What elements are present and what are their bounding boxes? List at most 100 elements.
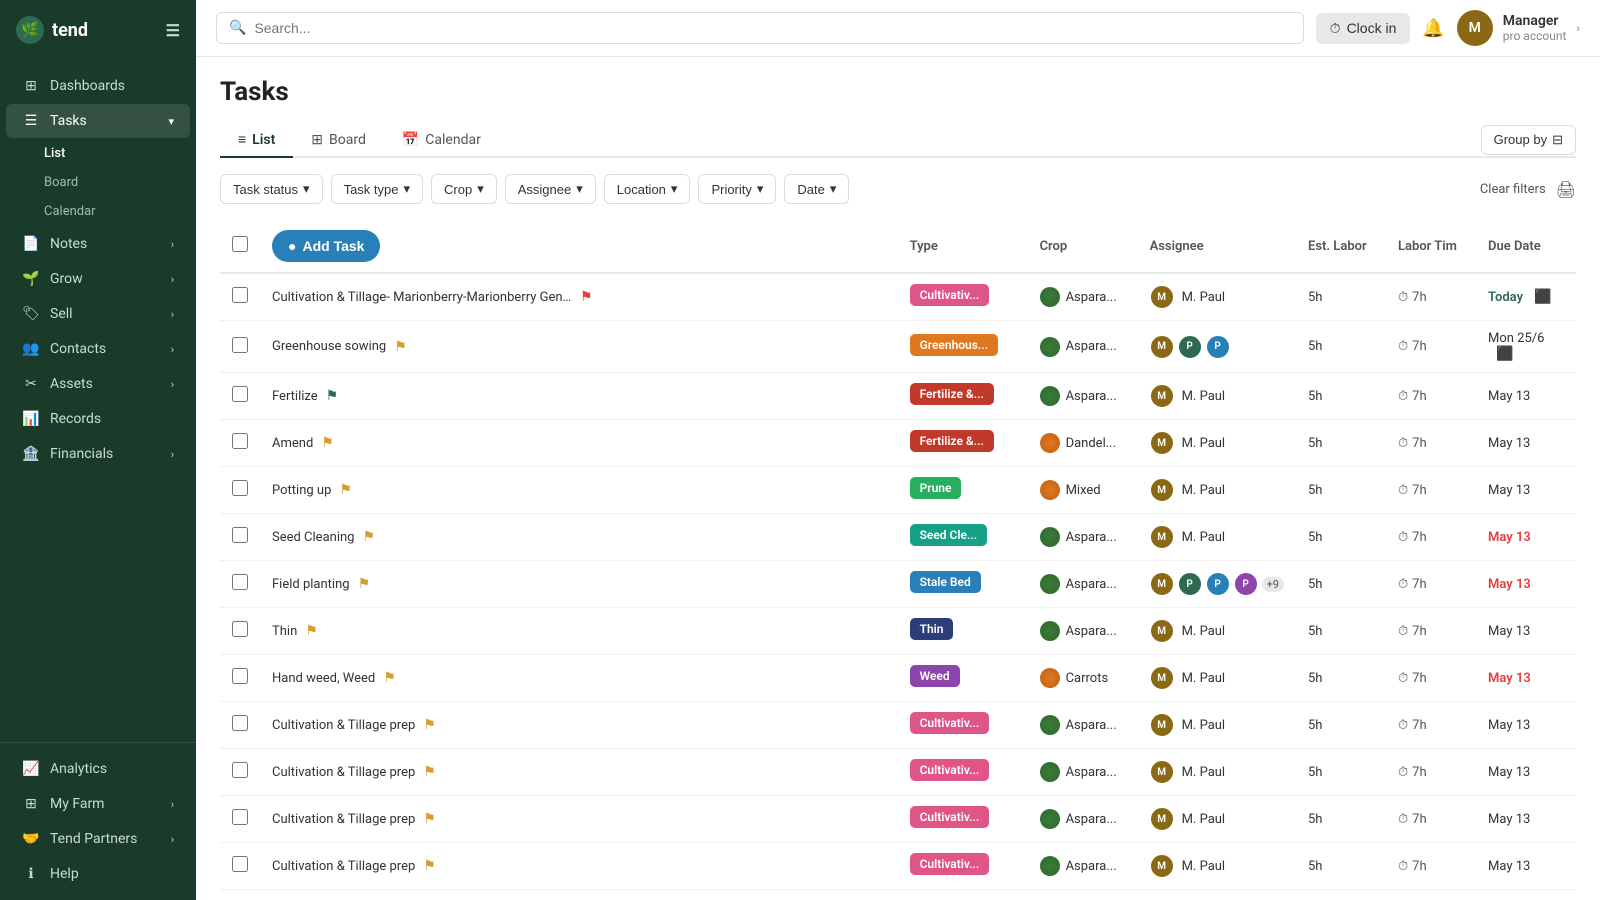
filter-task-status[interactable]: Task status ▾ (220, 174, 323, 204)
due-date-cell: May 13 (1476, 843, 1576, 890)
due-date-value: May 13 (1488, 530, 1531, 545)
sidebar-subitem-list[interactable]: List (0, 139, 196, 168)
task-name: Seed Cleaning (272, 530, 354, 545)
analytics-icon: 📈 (22, 761, 40, 777)
crop-name: Mixed (1066, 483, 1101, 498)
select-all-checkbox[interactable] (232, 236, 248, 252)
table-row: Hand weed, Weed ⚑ Weed Carrots M M. Paul… (220, 655, 1576, 702)
notification-icon[interactable]: 🔔 (1422, 18, 1444, 39)
filter-crop[interactable]: Crop ▾ (431, 174, 497, 204)
hamburger-icon[interactable]: ☰ (166, 21, 180, 40)
sidebar-item-my-farm[interactable]: ⊞ My Farm › (6, 787, 190, 821)
row-checkbox[interactable] (232, 386, 248, 402)
flag-icon: ⚑ (423, 858, 436, 874)
tab-list[interactable]: ≡ List (220, 123, 293, 158)
help-icon: ℹ (22, 866, 40, 882)
sidebar-item-contacts[interactable]: 👥 Contacts › (6, 332, 190, 366)
sidebar-item-tasks[interactable]: ☰ Tasks ▾ (6, 104, 190, 138)
tab-calendar[interactable]: 📅 Calendar (384, 124, 499, 158)
timer-icon: ⏱ (1398, 577, 1408, 592)
crop-name: Aspara... (1066, 812, 1117, 827)
task-table-body: Cultivation & Tillage- Marionberry-Mario… (220, 273, 1576, 890)
row-checkbox[interactable] (232, 574, 248, 590)
sidebar-item-financials[interactable]: 🏦 Financials › (6, 437, 190, 471)
sidebar-item-assets[interactable]: ✂ Assets › (6, 367, 190, 401)
crop-cell: Carrots (1028, 655, 1138, 702)
due-date-value: Mon 25/6 (1488, 331, 1544, 346)
list-tab-icon: ≡ (238, 131, 246, 148)
due-date-cell: May 13 (1476, 561, 1576, 608)
row-checkbox-cell (220, 796, 260, 843)
sidebar-subitem-calendar[interactable]: Calendar (0, 197, 196, 226)
subtask-icon[interactable]: ⬛ (1496, 346, 1513, 362)
est-labor-cell: 5h (1296, 655, 1386, 702)
subtask-icon[interactable]: ⬛ (1534, 289, 1551, 305)
search-box[interactable]: 🔍 (216, 12, 1304, 44)
task-table: ● Add Task Type Crop Assignee Est. Labor… (220, 220, 1576, 890)
task-name-cell: Greenhouse sowing ⚑ (260, 321, 898, 373)
due-date-value: May 13 (1488, 436, 1530, 451)
grow-icon: 🌱 (22, 271, 40, 287)
plus-icon: ● (288, 238, 296, 254)
filter-label: Assignee (518, 182, 571, 197)
est-labor-cell: 5h (1296, 321, 1386, 373)
sidebar-item-sell[interactable]: 🏷 Sell › (6, 297, 190, 331)
search-input[interactable] (254, 20, 1290, 36)
tab-board[interactable]: ⊞ Board (293, 124, 384, 158)
row-checkbox[interactable] (232, 715, 248, 731)
filter-priority[interactable]: Priority ▾ (698, 174, 776, 204)
task-name-cell: Cultivation & Tillage prep ⚑ (260, 749, 898, 796)
sidebar-subitem-board[interactable]: Board (0, 168, 196, 197)
crop-name: Aspara... (1066, 765, 1117, 780)
sidebar-item-tend-partners[interactable]: 🤝 Tend Partners › (6, 822, 190, 856)
labor-time-value: 7h (1412, 436, 1426, 451)
mini-avatar: M (1150, 619, 1174, 643)
table-row: Cultivation & Tillage prep ⚑ Cultivativ.… (220, 749, 1576, 796)
sidebar-item-notes[interactable]: 📄 Notes › (6, 227, 190, 261)
crop-name: Aspara... (1066, 389, 1117, 404)
sidebar-item-analytics[interactable]: 📈 Analytics (6, 752, 190, 786)
timer-icon: ⏱ (1398, 389, 1408, 404)
chevron-down-icon: ▾ (576, 181, 583, 197)
row-checkbox-cell (220, 321, 260, 373)
crop-dot (1040, 856, 1060, 876)
sidebar-item-grow[interactable]: 🌱 Grow › (6, 262, 190, 296)
table-row: Thin ⚑ Thin Aspara... M M. Paul 5h ⏱ 7h (220, 608, 1576, 655)
add-task-button[interactable]: ● Add Task (272, 230, 380, 262)
row-checkbox[interactable] (232, 527, 248, 543)
user-info[interactable]: M Manager pro account › (1457, 10, 1580, 46)
row-checkbox[interactable] (232, 433, 248, 449)
clock-in-button[interactable]: ⏱ Clock in (1316, 13, 1411, 44)
sidebar-item-help[interactable]: ℹ Help (6, 857, 190, 891)
filter-location[interactable]: Location ▾ (604, 174, 691, 204)
row-checkbox[interactable] (232, 762, 248, 778)
clear-filters-button[interactable]: Clear filters (1480, 182, 1546, 197)
group-by-button[interactable]: Group by ⊟ (1481, 125, 1576, 155)
row-checkbox[interactable] (232, 668, 248, 684)
task-type-cell: Prune (898, 467, 1028, 514)
row-checkbox[interactable] (232, 621, 248, 637)
sidebar-item-dashboards[interactable]: ⊞ Dashboards (6, 69, 190, 103)
row-checkbox[interactable] (232, 480, 248, 496)
chevron-down-icon: ▾ (671, 181, 678, 197)
type-badge: Stale Bed (910, 571, 981, 593)
flag-icon: ⚑ (423, 717, 436, 733)
assignee-cell: M M. Paul (1138, 655, 1296, 702)
row-checkbox[interactable] (232, 856, 248, 872)
filter-assignee[interactable]: Assignee ▾ (505, 174, 596, 204)
table-row: Cultivation & Tillage prep ⚑ Cultivativ.… (220, 796, 1576, 843)
row-checkbox[interactable] (232, 809, 248, 825)
row-checkbox[interactable] (232, 337, 248, 353)
filter-task-type[interactable]: Task type ▾ (331, 174, 423, 204)
tabs-bar: ≡ List ⊞ Board 📅 Calendar Group by ⊟ (220, 123, 1576, 158)
sidebar-item-records[interactable]: 📊 Records (6, 402, 190, 436)
row-checkbox[interactable] (232, 287, 248, 303)
chevron-down-icon: ▾ (477, 181, 484, 197)
filter-date[interactable]: Date ▾ (784, 174, 849, 204)
type-badge: Thin (910, 618, 954, 640)
sidebar-item-label: Assets (50, 376, 93, 392)
print-icon[interactable]: 🖨 (1556, 180, 1576, 199)
assignee-name: M. Paul (1182, 530, 1226, 545)
avatar: M (1457, 10, 1493, 46)
sidebar-bottom: 📈 Analytics ⊞ My Farm › 🤝 Tend Partners … (0, 742, 196, 900)
